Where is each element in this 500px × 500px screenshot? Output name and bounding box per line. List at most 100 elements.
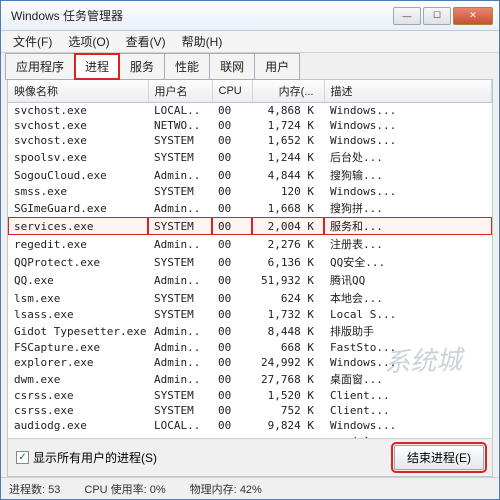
cell-name: SogouCloud.exe	[8, 166, 148, 184]
table-row[interactable]: SGImeGuard.exeAdmin..001,668 K搜狗拼...	[8, 199, 492, 217]
cell-desc: 搜狗输...	[324, 166, 492, 184]
table-row[interactable]: csrss.exeSYSTEM001,520 KClient...	[8, 388, 492, 403]
tab-1[interactable]: 进程	[74, 53, 120, 80]
col-image-name[interactable]: 映像名称	[8, 80, 148, 103]
tab-5[interactable]: 用户	[254, 53, 300, 80]
cell-cpu: 00	[212, 253, 252, 271]
cell-user: Admin..	[148, 271, 212, 289]
titlebar[interactable]: Windows 任务管理器 — ☐ ✕	[1, 1, 499, 31]
table-header-row: 映像名称 用户名 CPU 内存(... 描述	[8, 80, 492, 103]
table-row[interactable]: SogouCloud.exeAdmin..004,844 K搜狗输...	[8, 166, 492, 184]
cell-mem: 1,668 K	[252, 199, 324, 217]
table-row[interactable]: spoolsv.exeSYSTEM001,244 K后台处...	[8, 148, 492, 166]
cell-name: smss.exe	[8, 184, 148, 199]
minimize-button[interactable]: —	[393, 7, 421, 25]
cell-cpu: 00	[212, 340, 252, 355]
cell-cpu: 00	[212, 184, 252, 199]
table-row[interactable]: FSCapture.exeAdmin..00668 KFastSto...	[8, 340, 492, 355]
cell-desc: Client...	[324, 403, 492, 418]
table-row[interactable]: QQ.exeAdmin..0051,932 K腾讯QQ	[8, 271, 492, 289]
checkbox-icon: ✓	[16, 451, 29, 464]
table-row[interactable]: svchost.exeSYSTEM001,652 KWindows...	[8, 133, 492, 148]
cell-mem: 2,004 K	[252, 217, 324, 235]
footer-row: ✓ 显示所有用户的进程(S) 结束进程(E)	[8, 438, 492, 476]
table-row[interactable]: audiodg.exeLOCAL..009,824 KWindows...	[8, 418, 492, 433]
col-memory[interactable]: 内存(...	[252, 80, 324, 103]
menu-help[interactable]: 帮助(H)	[174, 31, 231, 52]
table-row[interactable]: lsass.exeSYSTEM001,732 KLocal S...	[8, 307, 492, 322]
col-user-name[interactable]: 用户名	[148, 80, 212, 103]
window-title: Windows 任务管理器	[7, 7, 391, 24]
cell-desc: Client...	[324, 388, 492, 403]
table-row[interactable]: QQProtect.exeSYSTEM006,136 KQQ安全...	[8, 253, 492, 271]
cell-desc: 360安全...	[324, 433, 492, 438]
cell-cpu: 00	[212, 166, 252, 184]
table-row[interactable]: lsm.exeSYSTEM00624 K本地会...	[8, 289, 492, 307]
cell-user: Admin..	[148, 340, 212, 355]
cell-user: Admin..	[148, 355, 212, 370]
table-row[interactable]: csrss.exeSYSTEM00752 KClient...	[8, 403, 492, 418]
cell-name: FSCapture.exe	[8, 340, 148, 355]
cell-cpu: 00	[212, 418, 252, 433]
process-table-wrap[interactable]: 映像名称 用户名 CPU 内存(... 描述 svchost.exeLOCAL.…	[8, 80, 492, 438]
menu-options[interactable]: 选项(O)	[60, 31, 117, 52]
cell-cpu: 00	[212, 148, 252, 166]
cell-cpu: 00	[212, 433, 252, 438]
status-cpu: CPU 使用率: 0%	[84, 481, 165, 497]
table-row[interactable]: 360tray.exeAdmin..0012,820 K360安全...	[8, 433, 492, 438]
cell-mem: 9,824 K	[252, 418, 324, 433]
cell-user: Admin..	[148, 370, 212, 388]
cell-cpu: 00	[212, 199, 252, 217]
tab-2[interactable]: 服务	[119, 53, 165, 80]
cell-mem: 8,448 K	[252, 322, 324, 340]
cell-user: Admin..	[148, 322, 212, 340]
cell-mem: 624 K	[252, 289, 324, 307]
cell-name: dwm.exe	[8, 370, 148, 388]
cell-cpu: 00	[212, 289, 252, 307]
cell-name: 360tray.exe	[8, 433, 148, 438]
cell-user: SYSTEM	[148, 217, 212, 235]
tab-0[interactable]: 应用程序	[5, 53, 75, 80]
cell-mem: 4,868 K	[252, 103, 324, 119]
cell-name: QQ.exe	[8, 271, 148, 289]
cell-mem: 2,276 K	[252, 235, 324, 253]
cell-mem: 752 K	[252, 403, 324, 418]
cell-desc: 后台处...	[324, 148, 492, 166]
status-memory: 物理内存: 42%	[190, 481, 262, 497]
tab-3[interactable]: 性能	[164, 53, 210, 80]
table-row[interactable]: dwm.exeAdmin..0027,768 K桌面窗...	[8, 370, 492, 388]
table-row[interactable]: smss.exeSYSTEM00120 KWindows...	[8, 184, 492, 199]
table-row[interactable]: services.exeSYSTEM002,004 K服务和...	[8, 217, 492, 235]
cell-name: SGImeGuard.exe	[8, 199, 148, 217]
maximize-button[interactable]: ☐	[423, 7, 451, 25]
cell-desc: 腾讯QQ	[324, 271, 492, 289]
cell-cpu: 00	[212, 370, 252, 388]
table-row[interactable]: Gidot Typesetter.exeAdmin..008,448 K排版助手	[8, 322, 492, 340]
cell-desc: Windows...	[324, 418, 492, 433]
show-all-users-checkbox[interactable]: ✓ 显示所有用户的进程(S)	[16, 449, 394, 466]
end-process-button[interactable]: 结束进程(E)	[394, 445, 484, 470]
cell-cpu: 00	[212, 133, 252, 148]
tabbar: 应用程序进程服务性能联网用户	[1, 53, 499, 79]
statusbar: 进程数: 53 CPU 使用率: 0% 物理内存: 42%	[1, 477, 499, 499]
close-button[interactable]: ✕	[453, 7, 493, 25]
table-row[interactable]: svchost.exeNETWO..001,724 KWindows...	[8, 118, 492, 133]
status-processes: 进程数: 53	[9, 481, 60, 497]
cell-name: Gidot Typesetter.exe	[8, 322, 148, 340]
cell-cpu: 00	[212, 235, 252, 253]
table-row[interactable]: regedit.exeAdmin..002,276 K注册表...	[8, 235, 492, 253]
table-row[interactable]: explorer.exeAdmin..0024,992 KWindows...	[8, 355, 492, 370]
cell-name: svchost.exe	[8, 133, 148, 148]
col-cpu[interactable]: CPU	[212, 80, 252, 103]
cell-mem: 12,820 K	[252, 433, 324, 438]
menu-view[interactable]: 查看(V)	[118, 31, 174, 52]
col-description[interactable]: 描述	[324, 80, 492, 103]
menu-file[interactable]: 文件(F)	[5, 31, 60, 52]
cell-desc: QQ安全...	[324, 253, 492, 271]
cell-user: SYSTEM	[148, 148, 212, 166]
menubar: 文件(F) 选项(O) 查看(V) 帮助(H)	[1, 31, 499, 53]
cell-desc: 服务和...	[324, 217, 492, 235]
cell-name: csrss.exe	[8, 403, 148, 418]
tab-4[interactable]: 联网	[209, 53, 255, 80]
table-row[interactable]: svchost.exeLOCAL..004,868 KWindows...	[8, 103, 492, 119]
